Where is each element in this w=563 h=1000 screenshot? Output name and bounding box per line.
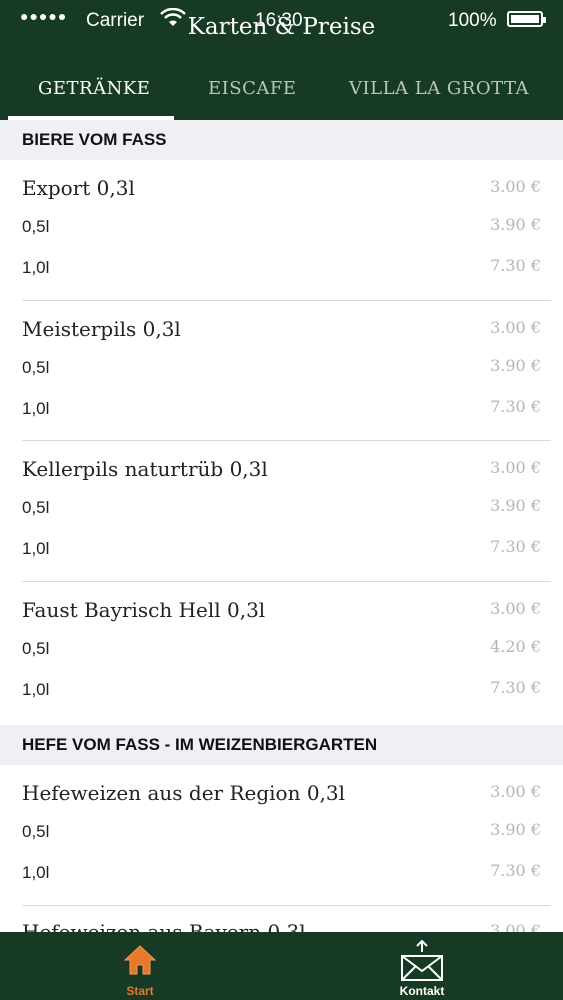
item-size: 1,0l <box>22 680 50 699</box>
item-name: Hefeweizen aus Bayern 0,3l <box>22 920 306 932</box>
category-tabs: GETRÄNKE EISCAFE VILLA LA GROTTA <box>0 68 563 120</box>
tab-getraenke[interactable]: GETRÄNKE <box>38 78 150 99</box>
item-price: 3.00 € <box>490 177 541 196</box>
item-size: 1,0l <box>22 258 50 277</box>
item-name: Export 0,3l <box>22 176 135 200</box>
section-title: BIERE VOM FASS <box>22 130 167 149</box>
item-size: 0,5l <box>22 639 50 658</box>
price-list[interactable]: BIERE VOM FASS Export 0,3l 3.00 € 0,5l 3… <box>0 120 563 932</box>
section-header: BIERE VOM FASS <box>0 120 563 160</box>
tab-start[interactable]: Start <box>60 932 220 1000</box>
item-price: 3.00 € <box>490 921 541 932</box>
page-title: Karten & Preise <box>187 14 376 40</box>
item-size: 0,5l <box>22 498 50 517</box>
item-price: 3.00 € <box>490 599 541 618</box>
envelope-icon <box>401 940 443 981</box>
tab-kontakt[interactable]: Kontakt <box>342 932 502 1000</box>
item-size: 1,0l <box>22 539 50 558</box>
app-header: ●●●●● Carrier 16:30 100% Karten & Preise… <box>0 0 563 120</box>
section-title: HEFE VOM FASS - IM WEIZENBIERGARTEN <box>22 735 378 754</box>
item-price: 7.30 € <box>490 861 541 880</box>
tab-villa-la-grotta[interactable]: VILLA LA GROTTA <box>349 78 529 99</box>
home-icon <box>124 945 156 975</box>
item-name: Hefeweizen aus der Region 0,3l <box>22 781 346 805</box>
item-price: 3.00 € <box>490 458 541 477</box>
item-price: 3.90 € <box>490 820 541 839</box>
item-size: 0,5l <box>22 358 50 377</box>
item-price: 3.90 € <box>490 496 541 515</box>
item-size: 0,5l <box>22 822 50 841</box>
item-price: 3.00 € <box>490 318 541 337</box>
item-size: 0,5l <box>22 217 50 236</box>
item-name: Kellerpils naturtrüb 0,3l <box>22 457 268 481</box>
item-size: 1,0l <box>22 399 50 418</box>
row-divider <box>22 440 551 441</box>
item-price: 4.20 € <box>490 637 541 656</box>
item-name: Faust Bayrisch Hell 0,3l <box>22 598 266 622</box>
row-divider <box>22 300 551 301</box>
bottom-tab-bar: Start Kontakt <box>0 932 563 1000</box>
row-divider <box>22 905 551 906</box>
item-price: 7.30 € <box>490 397 541 416</box>
item-price: 7.30 € <box>490 537 541 556</box>
item-price: 7.30 € <box>490 678 541 697</box>
item-price: 3.90 € <box>490 356 541 375</box>
item-price: 3.90 € <box>490 215 541 234</box>
item-price: 3.00 € <box>490 782 541 801</box>
section-header: HEFE VOM FASS - IM WEIZENBIERGARTEN <box>0 725 563 765</box>
item-price: 7.30 € <box>490 256 541 275</box>
tab-start-label: Start <box>126 984 154 998</box>
tab-eiscafe[interactable]: EISCAFE <box>208 78 296 99</box>
item-name: Meisterpils 0,3l <box>22 317 181 341</box>
item-size: 1,0l <box>22 863 50 882</box>
row-divider <box>22 581 551 582</box>
tab-kontakt-label: Kontakt <box>399 984 445 998</box>
